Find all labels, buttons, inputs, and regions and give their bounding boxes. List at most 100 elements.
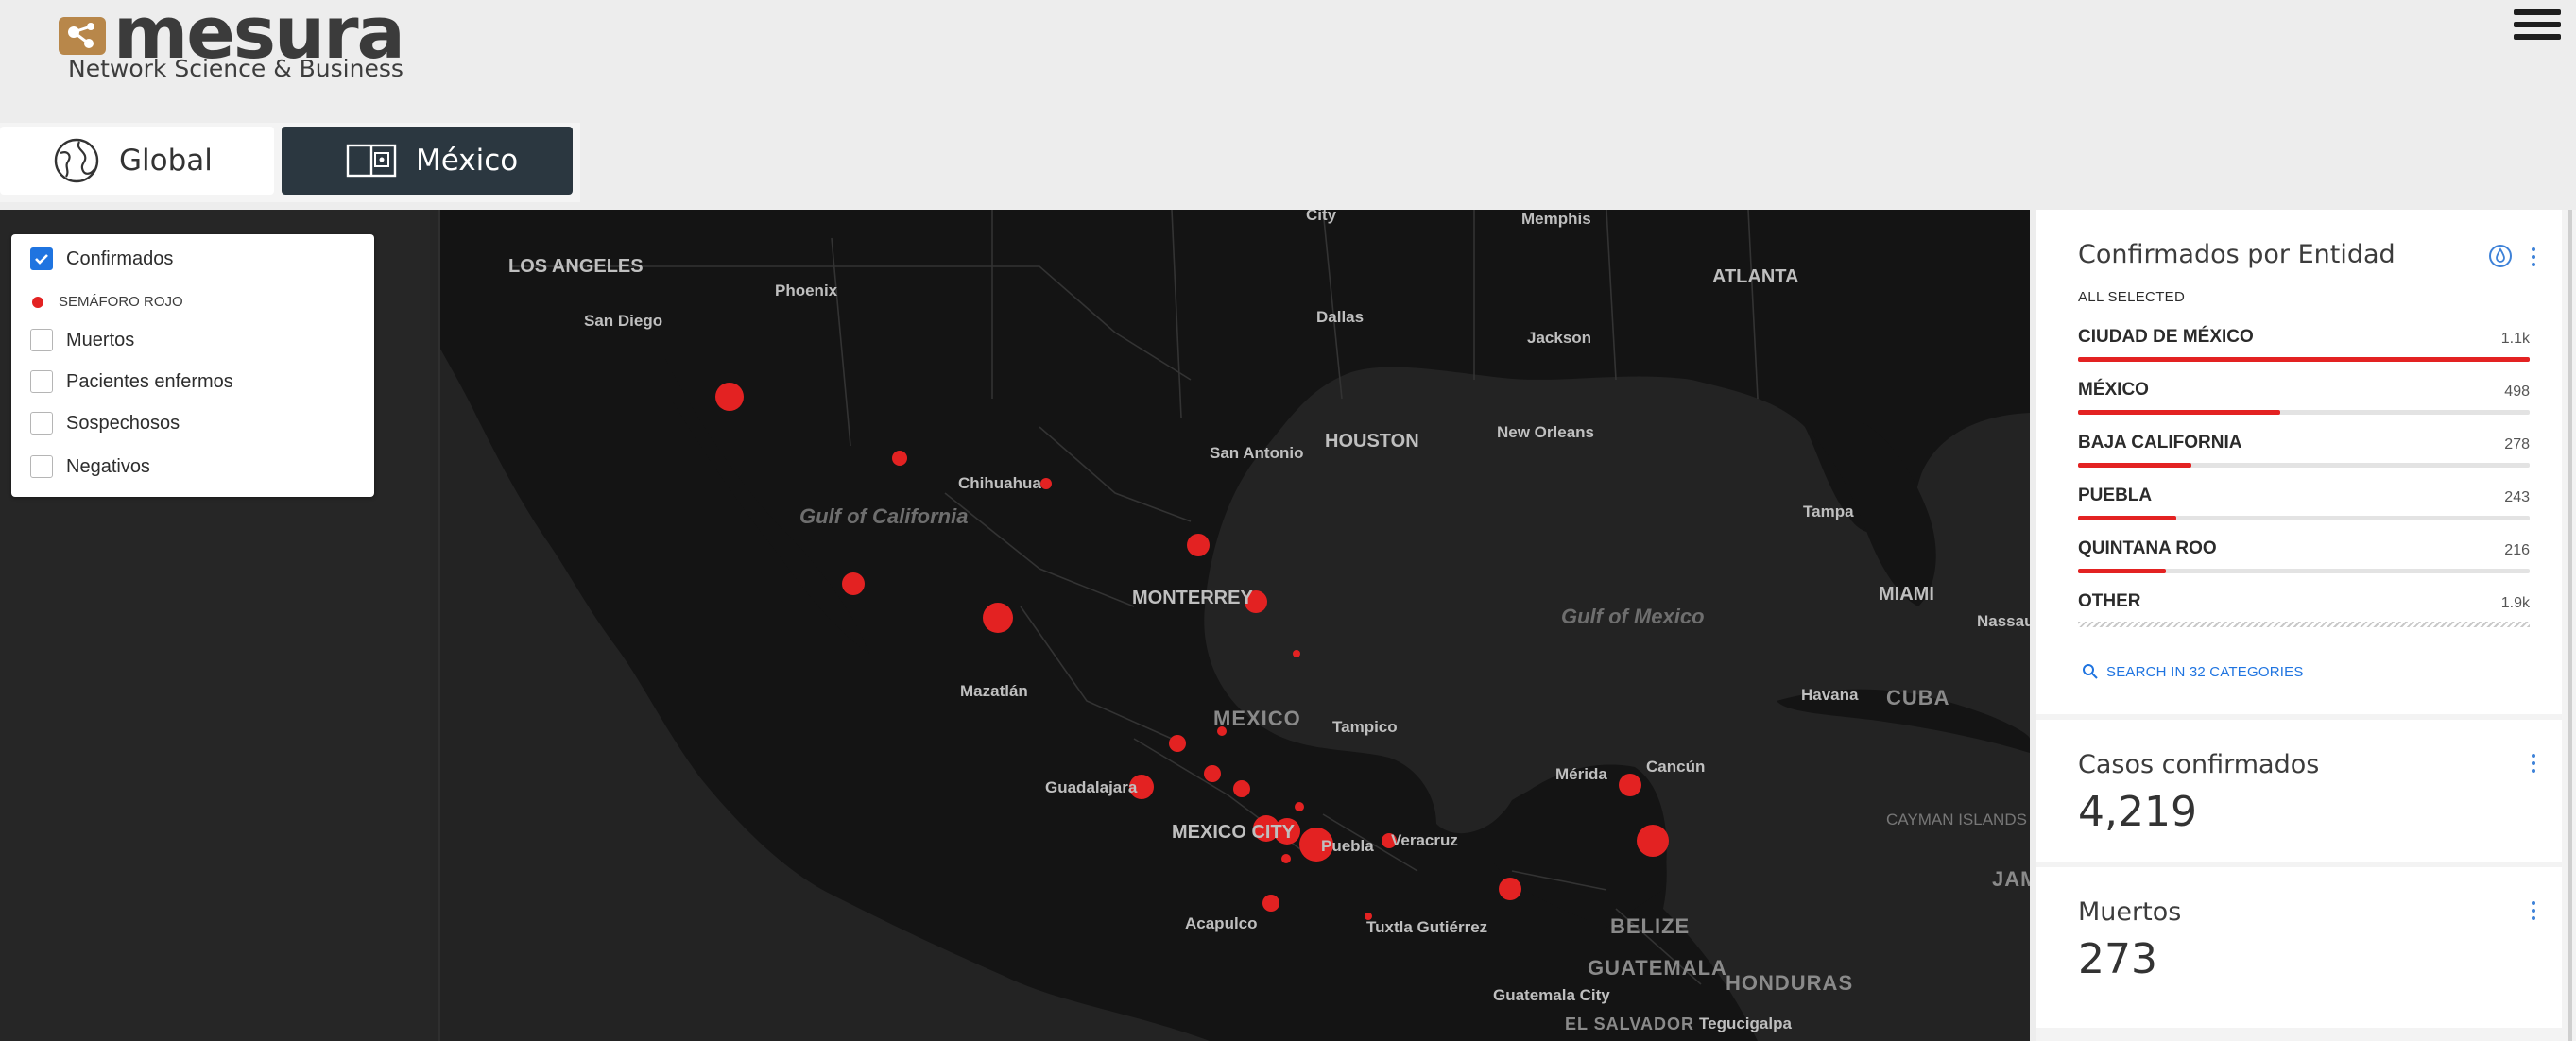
layer-sospechosos[interactable]: Sospechosos [30, 412, 180, 435]
map-label: Tampico [1332, 718, 1398, 736]
map-label: BELIZE [1610, 914, 1691, 938]
search-categories-label: SEARCH IN 32 CATEGORIES [2106, 663, 2304, 680]
category-row[interactable]: BAJA CALIFORNIA 278 [2078, 433, 2530, 486]
category-value: 1.9k [2500, 595, 2530, 611]
case-marker [1293, 650, 1300, 657]
case-marker [1499, 878, 1521, 900]
widget-muertos: Muertos 273 [2036, 867, 2562, 1028]
category-value: 278 [2504, 436, 2530, 452]
category-value: 216 [2504, 542, 2530, 558]
category-name: MÉXICO [2078, 380, 2149, 400]
map-label: Dallas [1316, 308, 1365, 326]
case-marker [1169, 735, 1186, 752]
logo-tagline: Network Science & Business [68, 55, 404, 82]
category-bar [2078, 410, 2280, 415]
case-marker [1187, 534, 1210, 556]
category-bar [2078, 463, 2191, 468]
category-name: OTHER [2078, 591, 2141, 611]
widget-menu-kebab-icon[interactable] [2532, 247, 2537, 270]
category-bar-track [2078, 516, 2530, 520]
mesura-logo[interactable]: mesura Network Science & Business [55, 0, 405, 83]
category-row[interactable]: CIUDAD DE MÉXICO 1.1k [2078, 327, 2530, 380]
map-label: Mazatlán [960, 682, 1028, 700]
category-bar-track [2078, 357, 2530, 362]
search-icon [2083, 664, 2098, 679]
map-label: Tampa [1803, 503, 1854, 520]
category-name: CIUDAD DE MÉXICO [2078, 327, 2254, 347]
case-marker [1295, 802, 1304, 811]
map-label: Cancún [1646, 758, 1706, 776]
category-value: 243 [2504, 489, 2530, 505]
map-label: ATLANTA [1712, 266, 1799, 287]
map-label: New Orleans [1497, 423, 1594, 441]
map-label: Puebla [1321, 837, 1374, 855]
hamburger-menu-icon[interactable] [2514, 9, 2561, 43]
category-name: QUINTANA ROO [2078, 538, 2217, 558]
checkbox-icon[interactable] [30, 412, 53, 435]
tab-global-label: Global [119, 144, 213, 178]
map-label: San Diego [584, 312, 663, 330]
map-label: MEXICO [1213, 707, 1301, 730]
search-categories-link[interactable]: SEARCH IN 32 CATEGORIES [2082, 663, 2304, 680]
case-marker [1281, 854, 1291, 863]
category-row[interactable]: MÉXICO 498 [2078, 380, 2530, 433]
map-label: Memphis [1521, 210, 1591, 228]
map-label: Gulf of California [799, 504, 969, 528]
layer-label: Sospechosos [66, 412, 180, 434]
map-label: Nassau [1977, 612, 2030, 630]
map-label: Jackson [1527, 329, 1592, 347]
category-bar-other [2078, 622, 2530, 627]
widget-casos-confirmados: Casos confirmados 4,219 [2036, 720, 2562, 862]
category-bar-track [2078, 569, 2530, 573]
map-label: Chihuahua [958, 474, 1041, 492]
map-label: MEXICO CITY [1172, 822, 1296, 843]
map-label: Phoenix [775, 282, 838, 299]
legend-label: SEMÁFORO ROJO [59, 294, 183, 310]
panel-scrollbar[interactable] [2568, 210, 2572, 1041]
widget-title: Confirmados por Entidad [2078, 240, 2396, 269]
category-row[interactable]: PUEBLA 243 [2078, 486, 2530, 538]
widget-title: Muertos [2078, 897, 2182, 927]
layer-confirmados[interactable]: Confirmados [30, 247, 173, 270]
checkbox-icon[interactable] [30, 329, 53, 351]
map-label: MONTERREY [1132, 588, 1253, 608]
widgets-panel: Confirmados por Entidad ALL SELECTED CIU… [2036, 210, 2576, 1041]
layer-pacientes-enfermos[interactable]: Pacientes enfermos [30, 370, 233, 393]
case-marker [983, 603, 1013, 633]
category-value: 1.1k [2500, 331, 2530, 347]
filter-drop-icon[interactable] [2488, 244, 2513, 268]
map-label: Havana [1801, 686, 1859, 704]
case-marker [1262, 895, 1279, 912]
map-label: CUBA [1886, 686, 1950, 709]
tab-global[interactable]: Global [0, 127, 274, 195]
layer-label: Muertos [66, 329, 135, 350]
map-label: JAM [1992, 867, 2030, 891]
layer-muertos[interactable]: Muertos [30, 329, 134, 351]
category-bar-track [2078, 463, 2530, 468]
widget-menu-kebab-icon[interactable] [2532, 901, 2537, 924]
case-marker [1619, 774, 1641, 796]
category-bar [2078, 569, 2166, 573]
map-label: Gulf of Mexico [1561, 605, 1705, 628]
category-name: BAJA CALIFORNIA [2078, 433, 2242, 452]
map-book-icon [346, 142, 397, 179]
map-label: City [1306, 210, 1337, 224]
case-marker [1204, 765, 1221, 782]
map-label: Guadalajara [1045, 778, 1138, 796]
layer-negativos[interactable]: Negativos [30, 455, 150, 478]
checkbox-checked-icon[interactable] [30, 247, 53, 270]
logo-mark-icon [59, 17, 106, 55]
globe-icon [53, 137, 100, 184]
category-row-other[interactable]: OTHER 1.9k [2078, 591, 2530, 644]
checkbox-icon[interactable] [30, 455, 53, 478]
widget-menu-kebab-icon[interactable] [2532, 754, 2537, 776]
map-label: Mérida [1555, 765, 1607, 783]
case-marker [1040, 478, 1052, 489]
filter-status: ALL SELECTED [2078, 289, 2186, 305]
layer-label: Negativos [66, 455, 150, 477]
map-label: HONDURAS [1726, 971, 1854, 995]
category-row[interactable]: QUINTANA ROO 216 [2078, 538, 2530, 591]
tab-mexico[interactable]: México [282, 127, 573, 195]
category-name: PUEBLA [2078, 486, 2153, 505]
checkbox-icon[interactable] [30, 370, 53, 393]
